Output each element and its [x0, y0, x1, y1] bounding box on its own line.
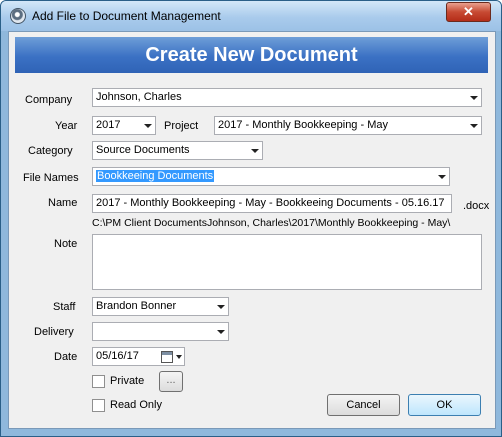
date-value: 05/16/17	[96, 350, 139, 362]
company-label: Company	[25, 94, 73, 106]
file-names-label: File Names	[23, 172, 79, 184]
company-select[interactable]: Johnson, Charles	[92, 88, 482, 107]
chevron-down-icon	[217, 305, 225, 309]
close-icon: ✕	[463, 4, 474, 19]
date-picker[interactable]: 05/16/17	[92, 347, 185, 366]
note-textarea[interactable]	[92, 234, 482, 290]
chevron-down-icon	[470, 96, 478, 100]
chevron-down-icon	[251, 149, 259, 153]
read-only-checkbox[interactable]	[92, 399, 105, 412]
year-value: 2017	[96, 119, 121, 131]
name-label: Name	[48, 197, 78, 209]
year-select[interactable]: 2017	[92, 116, 156, 135]
file-names-value: Bookkeeing Documents	[96, 170, 215, 182]
company-value: Johnson, Charles	[96, 91, 182, 103]
category-select[interactable]: Source Documents	[92, 141, 263, 160]
delivery-label: Delivery	[34, 326, 74, 338]
cancel-button[interactable]: Cancel	[327, 394, 400, 416]
banner-title: Create New Document	[15, 37, 488, 73]
staff-select[interactable]: Brandon Bonner	[92, 297, 229, 316]
staff-label: Staff	[53, 301, 76, 313]
file-names-select[interactable]: Bookkeeing Documents	[92, 167, 450, 186]
app-gear-icon	[10, 8, 26, 24]
chevron-down-icon	[144, 124, 152, 128]
dialog-window: Add File to Document Management ✕ Create…	[0, 0, 502, 437]
private-label: Private	[110, 375, 145, 387]
date-label: Date	[54, 351, 78, 363]
calendar-icon[interactable]	[161, 351, 173, 363]
name-input[interactable]: 2017 - Monthly Bookkeeping - May - Bookk…	[92, 194, 452, 213]
year-label: Year	[55, 120, 78, 132]
chevron-down-icon	[438, 175, 446, 179]
chevron-down-icon	[217, 330, 225, 334]
title-bar[interactable]: Add File to Document Management ✕	[1, 1, 501, 31]
private-checkbox[interactable]	[92, 375, 105, 388]
close-button[interactable]: ✕	[446, 2, 491, 22]
category-label: Category	[28, 145, 73, 157]
chevron-down-icon[interactable]	[176, 355, 182, 359]
private-more-button[interactable]: ...	[159, 371, 183, 392]
window-title: Add File to Document Management	[32, 9, 221, 23]
ok-button[interactable]: OK	[408, 394, 481, 416]
read-only-label: Read Only	[110, 399, 162, 411]
category-value: Source Documents	[96, 144, 190, 156]
file-extension: .docx	[463, 200, 490, 212]
dialog-body: Create New Document Company Johnson, Cha…	[8, 31, 496, 429]
chevron-down-icon	[470, 124, 478, 128]
project-label: Project	[164, 120, 199, 132]
project-select[interactable]: 2017 - Monthly Bookkeeping - May	[214, 116, 482, 135]
project-value: 2017 - Monthly Bookkeeping - May	[218, 119, 388, 131]
file-path: C:\PM Client DocumentsJohnson, Charles\2…	[92, 217, 451, 229]
staff-value: Brandon Bonner	[96, 300, 177, 312]
note-label: Note	[54, 238, 78, 250]
delivery-select[interactable]	[92, 322, 229, 341]
